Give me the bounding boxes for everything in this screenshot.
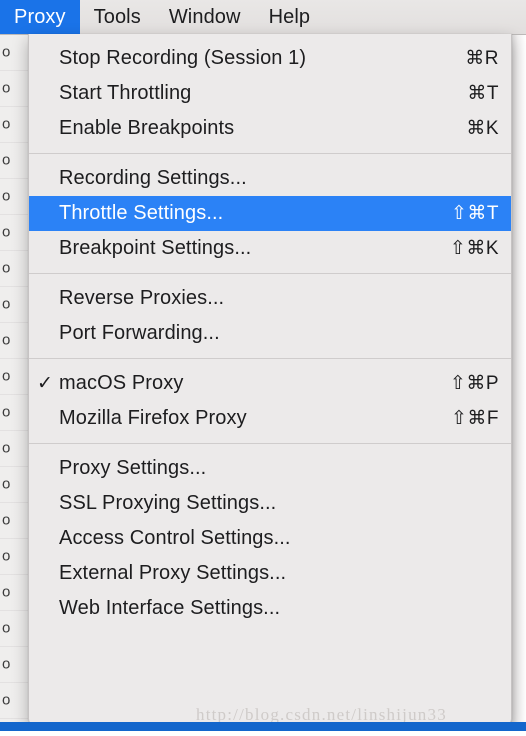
background-bullet-glyph: o	[2, 367, 11, 385]
background-bullet-glyph: o	[2, 475, 11, 493]
menu-item-access-control-settings[interactable]: Access Control Settings...	[29, 521, 511, 556]
background-bullet-glyph: o	[2, 439, 11, 457]
bottom-white-strip	[0, 731, 526, 736]
menu-item-label: External Proxy Settings...	[59, 562, 287, 584]
background-bullet-glyph: o	[2, 583, 11, 601]
background-bullet-glyph: o	[2, 331, 11, 349]
menu-item-label: Proxy Settings...	[59, 457, 207, 479]
background-bullet-glyph: o	[2, 403, 11, 421]
menu-item-start-throttling[interactable]: Start Throttling ⌘T	[29, 76, 511, 111]
background-bullet-glyph: o	[2, 547, 11, 565]
menu-item-label: Enable Breakpoints	[59, 117, 235, 139]
menu-item-label: Mozilla Firefox Proxy	[59, 407, 247, 429]
menu-item-breakpoint-settings[interactable]: Breakpoint Settings... ⇧⌘K	[29, 231, 511, 266]
menu-item-proxy-settings[interactable]: Proxy Settings...	[29, 451, 511, 486]
background-bullet-glyph: o	[2, 151, 11, 169]
menu-item-mozilla-firefox-proxy[interactable]: Mozilla Firefox Proxy ⇧⌘F	[29, 401, 511, 436]
background-bullet-glyph: o	[2, 187, 11, 205]
background-bullet-glyph: o	[2, 79, 11, 97]
menubar-item-help[interactable]: Help	[255, 0, 325, 34]
menu-item-label: Stop Recording (Session 1)	[59, 47, 307, 69]
menu-item-enable-breakpoints[interactable]: Enable Breakpoints ⌘K	[29, 111, 511, 146]
background-bullet-glyph: o	[2, 115, 11, 133]
background-bullet-glyph: o	[2, 511, 11, 529]
menu-item-external-proxy-settings[interactable]: External Proxy Settings...	[29, 556, 511, 591]
menu-item-shortcut: ⌘K	[466, 118, 499, 139]
menu-item-stop-recording-session-1[interactable]: Stop Recording (Session 1) ⌘R	[29, 41, 511, 76]
menubar-item-window[interactable]: Window	[155, 0, 255, 34]
menubar-item-proxy[interactable]: Proxy	[0, 0, 80, 34]
menu-separator	[29, 443, 511, 444]
menu-item-shortcut: ⇧⌘K	[449, 238, 499, 259]
menu-item-label: Web Interface Settings...	[59, 597, 281, 619]
menu-item-label: Reverse Proxies...	[59, 287, 225, 309]
menu-separator	[29, 358, 511, 359]
menu-item-label: Start Throttling	[59, 82, 192, 104]
background-bullet-glyph: o	[2, 619, 11, 637]
menu-item-label: SSL Proxying Settings...	[59, 492, 277, 514]
background-bullet-glyph: o	[2, 655, 11, 673]
menu-item-shortcut: ⇧⌘F	[450, 408, 499, 429]
proxy-dropdown-menu: Stop Recording (Session 1) ⌘R Start Thrott…	[28, 34, 512, 725]
menu-separator	[29, 153, 511, 154]
menu-item-label: Port Forwarding...	[59, 322, 220, 344]
menu-item-label: Breakpoint Settings...	[59, 237, 252, 259]
menu-item-label: Access Control Settings...	[59, 527, 291, 549]
bottom-blue-bar	[0, 722, 526, 731]
background-right-column	[511, 34, 526, 724]
background-bullet-glyph: o	[2, 691, 11, 709]
menu-item-shortcut: ⌘R	[465, 48, 499, 69]
menubar-item-tools[interactable]: Tools	[80, 0, 155, 34]
menu-item-label: macOS Proxy	[59, 372, 184, 394]
menu-item-throttle-settings[interactable]: Throttle Settings... ⇧⌘T	[29, 196, 511, 231]
menu-item-shortcut: ⇧⌘P	[449, 373, 499, 394]
menu-item-macos-proxy[interactable]: ✓ macOS Proxy ⇧⌘P	[29, 366, 511, 401]
background-bullet-glyph: o	[2, 295, 11, 313]
menu-item-shortcut: ⇧⌘T	[450, 203, 499, 224]
background-bullet-glyph: o	[2, 223, 11, 241]
menu-item-port-forwarding[interactable]: Port Forwarding...	[29, 316, 511, 351]
menu-item-web-interface-settings[interactable]: Web Interface Settings...	[29, 591, 511, 626]
background-bullet-glyph: o	[2, 259, 11, 277]
menu-item-recording-settings[interactable]: Recording Settings...	[29, 161, 511, 196]
background-bullet-glyph: o	[2, 43, 11, 61]
menu-separator	[29, 273, 511, 274]
menu-item-ssl-proxying-settings[interactable]: SSL Proxying Settings...	[29, 486, 511, 521]
menu-item-label: Recording Settings...	[59, 167, 247, 189]
menu-item-reverse-proxies[interactable]: Reverse Proxies...	[29, 281, 511, 316]
menu-bar: Proxy Tools Window Help	[0, 0, 526, 35]
menu-item-shortcut: ⌘T	[467, 83, 499, 104]
checkmark-icon: ✓	[37, 373, 53, 394]
menu-item-label: Throttle Settings...	[59, 202, 224, 224]
